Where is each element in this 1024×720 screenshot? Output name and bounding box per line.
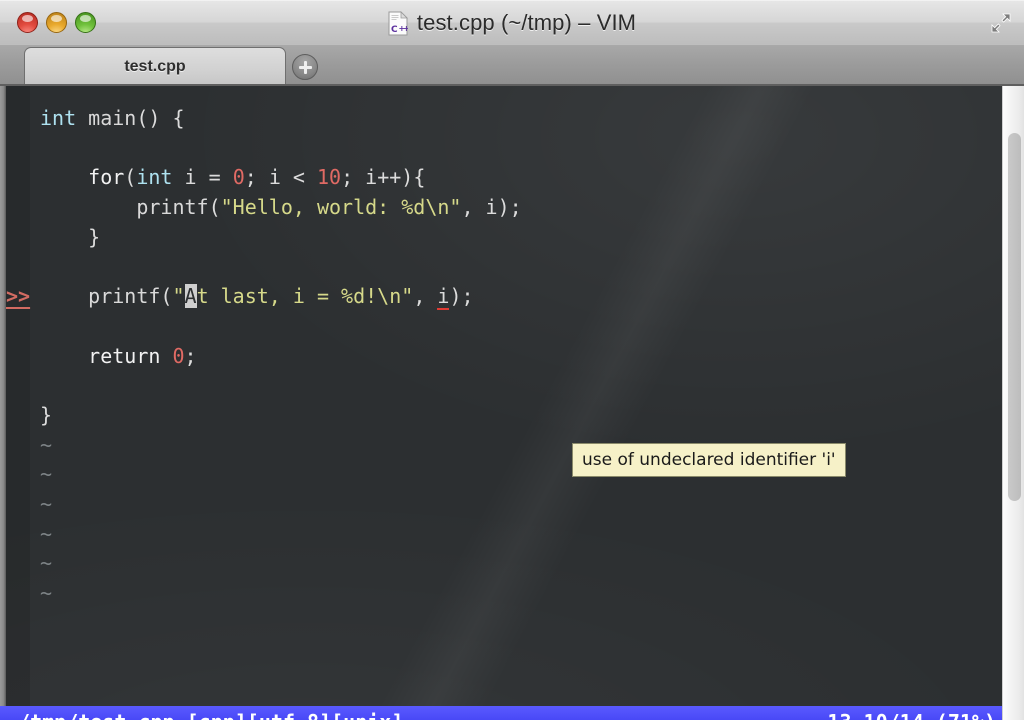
- editor-area[interactable]: int main() { for(int i = 0; i < 10; i++)…: [0, 86, 1024, 720]
- error-tooltip-text: use of undeclared identifier 'i': [582, 450, 836, 470]
- code-token: ": [172, 284, 185, 309]
- status-file-info: ~/tmp/test.cpp [cpp][utf-8][unix]: [6, 710, 403, 720]
- title-bar: C + + test.cpp (~/tmp) – VIM: [0, 0, 1024, 44]
- code-token: int: [40, 106, 77, 130]
- tab-label: test.cpp: [124, 58, 186, 75]
- tilde-icon: ~: [40, 491, 53, 516]
- empty-line-marker: ~: [0, 431, 1002, 461]
- vertical-scrollbar[interactable]: [1002, 86, 1024, 720]
- svg-text:C: C: [391, 25, 398, 35]
- scrollbar-thumb[interactable]: [1008, 133, 1021, 501]
- tab-bar: test.cpp: [0, 44, 1024, 86]
- code-line[interactable]: }: [0, 223, 1002, 253]
- zoom-button[interactable]: [75, 12, 96, 33]
- code-line[interactable]: }: [0, 401, 1002, 431]
- error-tooltip: use of undeclared identifier 'i': [572, 443, 846, 477]
- code-token: main: [88, 106, 137, 130]
- code-token: ,: [413, 284, 438, 309]
- code-line[interactable]: [0, 371, 1002, 401]
- code-token: A: [184, 284, 197, 309]
- code-token: () {: [136, 106, 185, 130]
- fullscreen-arrows-icon[interactable]: [986, 8, 1016, 38]
- code-token: i =: [172, 165, 233, 190]
- tab-test-cpp[interactable]: test.cpp: [24, 47, 286, 86]
- cpp-file-icon: C + +: [388, 10, 410, 36]
- code-token: printf: [136, 195, 209, 220]
- vim-window: C + + test.cpp (~/tmp) – VIM test.cpp in…: [0, 0, 1024, 720]
- code-line[interactable]: int main() {: [0, 104, 1002, 134]
- code-line[interactable]: >> printf("At last, i = %d!\n", i);: [0, 282, 1002, 312]
- code-token: , i);: [461, 195, 522, 220]
- status-position-info: 13 10/14 (71%): [827, 710, 996, 720]
- close-button[interactable]: [17, 12, 38, 33]
- code-token: }: [88, 224, 101, 249]
- empty-line-marker: ~: [0, 520, 1002, 550]
- plus-vertical-bar: [303, 60, 307, 74]
- tilde-icon: ~: [40, 581, 53, 605]
- code-token: }: [40, 402, 53, 427]
- tilde-icon: ~: [40, 462, 53, 487]
- code-token: 0: [172, 343, 185, 368]
- code-token: "Hello, world: %d\n": [220, 195, 462, 220]
- code-token: t last, i = %d!\n": [196, 284, 414, 309]
- tilde-icon: ~: [40, 432, 53, 457]
- code-token: int: [136, 165, 173, 190]
- empty-line-marker: ~: [0, 549, 1002, 579]
- tilde-icon: ~: [40, 521, 53, 546]
- code-line[interactable]: for(int i = 0; i < 10; i++){: [0, 163, 1002, 193]
- code-token: 10: [316, 165, 342, 190]
- code-token: return: [88, 343, 161, 368]
- code-line[interactable]: [0, 134, 1002, 164]
- svg-text:+: +: [403, 24, 408, 33]
- empty-line-marker: ~: [0, 579, 1002, 609]
- code-token: i: [437, 284, 450, 311]
- code-line[interactable]: [0, 252, 1002, 282]
- code-token: printf: [88, 284, 161, 309]
- error-sign-marker: >>: [6, 284, 31, 309]
- window-title: test.cpp (~/tmp) – VIM: [416, 10, 637, 35]
- code-buffer[interactable]: int main() { for(int i = 0; i < 10; i++)…: [0, 86, 1002, 609]
- code-token: (: [208, 195, 221, 220]
- tilde-icon: ~: [40, 551, 53, 576]
- code-line[interactable]: return 0;: [0, 342, 1002, 372]
- window-controls: [17, 12, 96, 33]
- svg-text:+: +: [398, 24, 405, 33]
- code-line[interactable]: [0, 312, 1002, 342]
- code-line[interactable]: printf("Hello, world: %d\n", i);: [0, 193, 1002, 223]
- minimize-button[interactable]: [46, 12, 67, 33]
- code-token: (: [160, 284, 173, 309]
- empty-line-marker: ~: [0, 490, 1002, 520]
- code-token: );: [449, 284, 474, 309]
- code-token: ;: [184, 343, 197, 368]
- code-token: (: [124, 165, 137, 190]
- code-token: ; i <: [244, 165, 317, 190]
- status-bar: ~/tmp/test.cpp [cpp][utf-8][unix] 13 10/…: [0, 706, 1002, 720]
- code-token: for: [88, 165, 125, 190]
- window-title-block: C + + test.cpp (~/tmp) – VIM: [0, 1, 1024, 45]
- code-token: ; i++){: [341, 165, 426, 190]
- empty-line-marker: ~: [0, 460, 1002, 490]
- plus-icon[interactable]: [292, 54, 318, 80]
- code-token: 0: [232, 165, 245, 190]
